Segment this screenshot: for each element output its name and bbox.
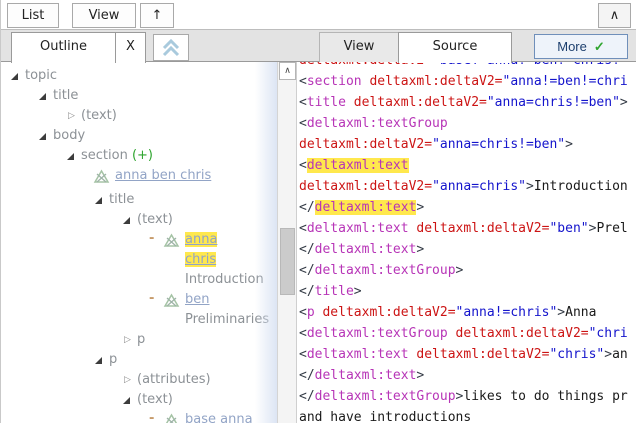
up-arrow-button[interactable]: ↑ [140, 3, 174, 28]
tree-collapsed-icon[interactable]: ▷ [121, 330, 137, 350]
tree-row: p [1, 350, 277, 370]
code-line: <deltaxml:text deltaxml:deltaV2="chris">… [299, 347, 628, 362]
tree-row: ▷ (text) [1, 106, 277, 126]
source-code: deltaxml:deltaV2="base!=anna!=ben!=chris… [297, 62, 636, 423]
code-line: </deltaxml:text> [299, 368, 425, 383]
tree-row: topic [1, 66, 277, 86]
tree-label: (attributes) [137, 372, 211, 387]
code-line: <title deltaxml:deltaV2="anna=chris!=ben… [299, 95, 628, 110]
tree-label: p [137, 332, 146, 347]
collapse-top-button[interactable]: ∧ [598, 3, 631, 28]
delta-icon-wrap [93, 166, 115, 190]
tab-bar: Outline X View Source More ✓ [1, 30, 636, 63]
list-button[interactable]: List [7, 3, 59, 28]
source-panel: deltaxml:deltaV2="base!=anna!=ben!=chris… [297, 62, 636, 423]
code-line: <deltaxml:text deltaxml:deltaV2="ben">Pr… [299, 221, 628, 236]
tree-link[interactable]: anna ben chris [115, 168, 211, 183]
tree-row: (text) [1, 390, 277, 410]
tree-link[interactable]: ben [185, 292, 210, 307]
tree-link[interactable]: anna chris [185, 232, 218, 267]
tree-dash-bullet: - [149, 231, 155, 246]
check-icon: ✓ [593, 38, 605, 54]
delta-icon-wrap [163, 290, 185, 314]
tab-close-button[interactable]: X [115, 32, 146, 63]
code-line: deltaxml:deltaV2="base!=anna!=ben!=chris… [299, 62, 636, 71]
collapse-panel-button[interactable] [153, 34, 189, 61]
tab-view[interactable]: View [319, 32, 399, 62]
code-line: <deltaxml:text [299, 158, 409, 173]
tree-label: topic [25, 68, 58, 83]
tree-label: p [109, 352, 118, 367]
tree-row: title [1, 86, 277, 106]
code-line: <deltaxml:textGroup [299, 116, 448, 131]
delta-icon-wrap [163, 230, 185, 254]
code-line: </deltaxml:textGroup>likes to do things … [299, 389, 628, 404]
tree-trail-text: Preliminaries [185, 312, 270, 327]
tree-expanded-icon[interactable] [121, 390, 137, 410]
tree-expanded-icon[interactable] [37, 126, 53, 146]
tree-expanded-icon[interactable] [65, 146, 81, 166]
delta-icon [163, 233, 180, 247]
outline-tree: topic title ▷ (text) body section (+) anna ben… [1, 62, 277, 423]
tree-row: - anna chris Introduction [1, 230, 277, 290]
code-line: </deltaxml:text> [299, 200, 425, 215]
code-line: and have introductions [299, 410, 472, 423]
tree-label: title [53, 88, 79, 103]
tree-row: section (+) [1, 146, 277, 166]
tree-row: anna ben chris [1, 166, 277, 190]
tree-label: (text) [81, 108, 117, 123]
delta-icon [163, 293, 180, 307]
tree-row: - base annachris david [1, 410, 277, 423]
tree-row: (text) [1, 210, 277, 230]
added-badge: (+) [127, 148, 153, 163]
tree-expanded-icon[interactable] [93, 350, 109, 370]
tree-label: body [53, 128, 86, 143]
tree-expanded-icon[interactable] [93, 190, 109, 210]
scrollbar-thumb[interactable] [280, 228, 295, 295]
content-area: topic title ▷ (text) body section (+) anna ben… [1, 62, 636, 423]
code-line: <deltaxml:textGroup deltaxml:deltaV2="ch… [299, 326, 628, 341]
code-line: deltaxml:deltaV2="anna=chris">Introducti… [299, 179, 628, 194]
delta-icon [93, 169, 110, 183]
tree-label: section [81, 148, 128, 163]
tree-row: ▷ p [1, 330, 277, 350]
tree-dash-bullet: - [149, 291, 155, 306]
tree-label: title [109, 192, 135, 207]
tree-expanded-icon[interactable] [37, 86, 53, 106]
tree-row: title [1, 190, 277, 210]
tree-row: ▷ (attributes) [1, 370, 277, 390]
code-line: <section deltaxml:deltaV2="anna!=ben!=ch… [299, 74, 628, 89]
double-chevron-up-icon [162, 38, 180, 56]
more-button[interactable]: More ✓ [534, 34, 628, 59]
tree-collapsed-icon[interactable]: ▷ [121, 370, 137, 390]
tree-expanded-icon[interactable] [9, 66, 25, 86]
view-button[interactable]: View [72, 3, 136, 28]
code-line: </title> [299, 284, 362, 299]
code-line: <p deltaxml:deltaV2="anna!=chris">Anna [299, 305, 597, 320]
code-line: deltaxml:deltaV2="anna=chris!=ben"> [299, 137, 573, 152]
tree-label: (text) [137, 212, 173, 227]
more-button-label: More [557, 39, 587, 54]
outline-panel: topic title ▷ (text) body section (+) anna ben… [1, 62, 277, 423]
tree-label: (text) [137, 392, 173, 407]
tree-row: - ben Preliminaries [1, 290, 277, 330]
delta-icon-wrap [163, 410, 185, 423]
delta-icon [165, 413, 178, 423]
app-window: List View ↑ ∧ Outline X View Source More… [0, 0, 636, 423]
tree-dash-bullet: - [149, 411, 155, 423]
tree-trail-text: Introduction [185, 272, 264, 287]
vertical-scrollbar[interactable]: ∧ [277, 62, 297, 423]
tree-collapsed-icon[interactable]: ▷ [65, 106, 81, 126]
tab-outline[interactable]: Outline [11, 32, 116, 63]
tree-row: body [1, 126, 277, 146]
tree-link[interactable]: base annachris david [185, 412, 256, 423]
code-line: </deltaxml:text> [299, 242, 425, 257]
scroll-up-button[interactable]: ∧ [279, 62, 296, 80]
code-line: </deltaxml:textGroup> [299, 263, 464, 278]
tab-source[interactable]: Source [398, 32, 512, 63]
toolbar: List View ↑ ∧ [1, 0, 636, 30]
tree-expanded-icon[interactable] [121, 210, 137, 230]
